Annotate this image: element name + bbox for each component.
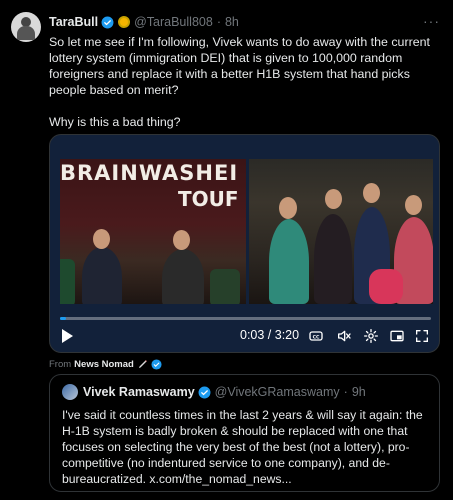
quoted-tweet[interactable]: Vivek Ramaswamy @VivekGRamaswamy · 9h I'… xyxy=(49,374,440,492)
separator-dot: · xyxy=(343,385,348,399)
video-frame-stage: BRAINWASHEI TOUF xyxy=(60,159,246,304)
video-controls: 0:03 / 3:20 CC xyxy=(50,315,439,352)
verified-badge-icon xyxy=(198,386,211,398)
quoted-tweet-header: Vivek Ramaswamy @VivekGRamaswamy · 9h xyxy=(83,385,366,399)
quoted-author-avatar[interactable] xyxy=(62,384,78,400)
quoted-author-name[interactable]: Vivek Ramaswamy xyxy=(83,385,195,399)
quoted-author-handle[interactable]: @VivekGRamaswamy xyxy=(215,385,340,399)
video-banner-text-2: TOUF xyxy=(178,187,239,211)
quoted-tweet-text: I've said it countless times in the last… xyxy=(62,408,423,486)
attribution-source[interactable]: News Nomad xyxy=(74,359,134,370)
play-icon[interactable] xyxy=(62,329,73,343)
author-name[interactable]: TaraBull xyxy=(49,15,98,29)
attribution-prefix: From xyxy=(49,358,72,370)
quoted-tweet-time[interactable]: 9h xyxy=(352,385,366,399)
gold-emoji-icon xyxy=(118,16,131,28)
video-progress-bar[interactable] xyxy=(60,317,431,320)
author-handle[interactable]: @TaraBull808 xyxy=(134,15,213,29)
picture-in-picture-icon[interactable] xyxy=(389,328,405,344)
verified-badge-icon xyxy=(101,16,114,28)
svg-text:CC: CC xyxy=(313,334,320,340)
separator-dot: · xyxy=(216,15,221,29)
tweet-paragraph-1: So let me see if I'm following, Vivek wa… xyxy=(49,35,430,97)
tweet-paragraph-2: Why is this a bad thing? xyxy=(49,115,181,129)
video-progress-fill xyxy=(60,317,66,320)
settings-gear-icon[interactable] xyxy=(363,328,379,344)
tweet-header: TaraBull @TaraBull808 · 8h xyxy=(49,13,239,31)
verified-badge-icon xyxy=(151,358,162,370)
pencil-emoji-icon xyxy=(138,360,147,368)
video-banner-text: BRAINWASHEI xyxy=(60,161,239,185)
tweet-text: So let me see if I'm following, Vivek wa… xyxy=(49,34,441,146)
video-time: 0:03 / 3:20 xyxy=(240,328,300,342)
video-attribution: From News Nomad xyxy=(49,358,162,370)
mute-icon[interactable] xyxy=(336,328,352,344)
tweet-time[interactable]: 8h xyxy=(225,15,239,29)
video-player[interactable]: BRAINWASHEI TOUF 0:03 / 3:20 CC xyxy=(49,134,440,353)
author-avatar[interactable] xyxy=(11,12,41,42)
more-options-icon[interactable]: ··· xyxy=(423,13,440,29)
video-frame-audience xyxy=(249,159,433,304)
fullscreen-icon[interactable] xyxy=(414,328,430,344)
captions-icon[interactable]: CC xyxy=(308,328,324,344)
